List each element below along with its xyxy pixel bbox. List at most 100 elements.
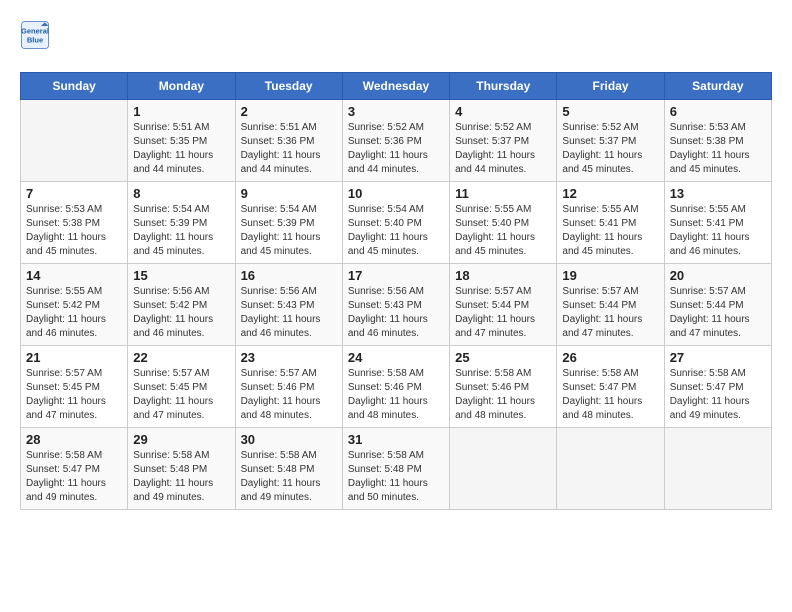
day-number: 4 bbox=[455, 104, 551, 119]
day-info: Sunrise: 5:57 AMSunset: 5:45 PMDaylight:… bbox=[26, 367, 122, 423]
day-info: Sunrise: 5:54 AMSunset: 5:39 PMDaylight:… bbox=[241, 203, 337, 259]
calendar-cell: 18 Sunrise: 5:57 AMSunset: 5:44 PMDaylig… bbox=[450, 264, 557, 346]
day-number: 27 bbox=[670, 350, 766, 365]
day-info: Sunrise: 5:57 AMSunset: 5:46 PMDaylight:… bbox=[241, 367, 337, 423]
day-info: Sunrise: 5:54 AMSunset: 5:39 PMDaylight:… bbox=[133, 203, 229, 259]
calendar-cell: 12 Sunrise: 5:55 AMSunset: 5:41 PMDaylig… bbox=[557, 182, 664, 264]
day-info: Sunrise: 5:55 AMSunset: 5:40 PMDaylight:… bbox=[455, 203, 551, 259]
calendar-cell: 3 Sunrise: 5:52 AMSunset: 5:36 PMDayligh… bbox=[342, 100, 449, 182]
calendar-cell: 29 Sunrise: 5:58 AMSunset: 5:48 PMDaylig… bbox=[128, 428, 235, 510]
day-number: 18 bbox=[455, 268, 551, 283]
day-number: 5 bbox=[562, 104, 658, 119]
day-header-wednesday: Wednesday bbox=[342, 73, 449, 100]
day-info: Sunrise: 5:58 AMSunset: 5:47 PMDaylight:… bbox=[562, 367, 658, 423]
day-info: Sunrise: 5:53 AMSunset: 5:38 PMDaylight:… bbox=[26, 203, 122, 259]
calendar-cell: 30 Sunrise: 5:58 AMSunset: 5:48 PMDaylig… bbox=[235, 428, 342, 510]
day-info: Sunrise: 5:57 AMSunset: 5:44 PMDaylight:… bbox=[670, 285, 766, 341]
day-info: Sunrise: 5:54 AMSunset: 5:40 PMDaylight:… bbox=[348, 203, 444, 259]
calendar-cell: 27 Sunrise: 5:58 AMSunset: 5:47 PMDaylig… bbox=[664, 346, 771, 428]
day-header-monday: Monday bbox=[128, 73, 235, 100]
calendar-cell bbox=[450, 428, 557, 510]
day-info: Sunrise: 5:55 AMSunset: 5:42 PMDaylight:… bbox=[26, 285, 122, 341]
calendar-cell: 21 Sunrise: 5:57 AMSunset: 5:45 PMDaylig… bbox=[21, 346, 128, 428]
calendar-cell: 1 Sunrise: 5:51 AMSunset: 5:35 PMDayligh… bbox=[128, 100, 235, 182]
day-number: 19 bbox=[562, 268, 658, 283]
day-info: Sunrise: 5:51 AMSunset: 5:35 PMDaylight:… bbox=[133, 121, 229, 177]
day-info: Sunrise: 5:52 AMSunset: 5:36 PMDaylight:… bbox=[348, 121, 444, 177]
calendar-cell bbox=[21, 100, 128, 182]
day-number: 6 bbox=[670, 104, 766, 119]
day-number: 28 bbox=[26, 432, 122, 447]
day-info: Sunrise: 5:57 AMSunset: 5:45 PMDaylight:… bbox=[133, 367, 229, 423]
day-number: 20 bbox=[670, 268, 766, 283]
day-number: 30 bbox=[241, 432, 337, 447]
calendar-cell: 7 Sunrise: 5:53 AMSunset: 5:38 PMDayligh… bbox=[21, 182, 128, 264]
day-number: 17 bbox=[348, 268, 444, 283]
calendar-cell: 5 Sunrise: 5:52 AMSunset: 5:37 PMDayligh… bbox=[557, 100, 664, 182]
day-number: 23 bbox=[241, 350, 337, 365]
day-number: 1 bbox=[133, 104, 229, 119]
day-info: Sunrise: 5:56 AMSunset: 5:43 PMDaylight:… bbox=[348, 285, 444, 341]
day-header-tuesday: Tuesday bbox=[235, 73, 342, 100]
day-number: 7 bbox=[26, 186, 122, 201]
calendar-cell: 4 Sunrise: 5:52 AMSunset: 5:37 PMDayligh… bbox=[450, 100, 557, 182]
calendar-table: SundayMondayTuesdayWednesdayThursdayFrid… bbox=[20, 72, 772, 510]
day-info: Sunrise: 5:58 AMSunset: 5:48 PMDaylight:… bbox=[241, 449, 337, 505]
day-info: Sunrise: 5:58 AMSunset: 5:47 PMDaylight:… bbox=[670, 367, 766, 423]
day-header-friday: Friday bbox=[557, 73, 664, 100]
svg-text:Blue: Blue bbox=[27, 36, 43, 45]
day-number: 12 bbox=[562, 186, 658, 201]
calendar-cell: 8 Sunrise: 5:54 AMSunset: 5:39 PMDayligh… bbox=[128, 182, 235, 264]
calendar-cell: 13 Sunrise: 5:55 AMSunset: 5:41 PMDaylig… bbox=[664, 182, 771, 264]
day-number: 22 bbox=[133, 350, 229, 365]
day-info: Sunrise: 5:58 AMSunset: 5:48 PMDaylight:… bbox=[133, 449, 229, 505]
day-number: 14 bbox=[26, 268, 122, 283]
day-number: 29 bbox=[133, 432, 229, 447]
day-number: 24 bbox=[348, 350, 444, 365]
day-number: 11 bbox=[455, 186, 551, 201]
day-number: 25 bbox=[455, 350, 551, 365]
day-info: Sunrise: 5:55 AMSunset: 5:41 PMDaylight:… bbox=[670, 203, 766, 259]
calendar-cell: 9 Sunrise: 5:54 AMSunset: 5:39 PMDayligh… bbox=[235, 182, 342, 264]
calendar-cell: 20 Sunrise: 5:57 AMSunset: 5:44 PMDaylig… bbox=[664, 264, 771, 346]
day-number: 13 bbox=[670, 186, 766, 201]
calendar-cell bbox=[664, 428, 771, 510]
day-number: 15 bbox=[133, 268, 229, 283]
calendar-cell: 19 Sunrise: 5:57 AMSunset: 5:44 PMDaylig… bbox=[557, 264, 664, 346]
day-number: 8 bbox=[133, 186, 229, 201]
day-header-sunday: Sunday bbox=[21, 73, 128, 100]
day-info: Sunrise: 5:56 AMSunset: 5:42 PMDaylight:… bbox=[133, 285, 229, 341]
calendar-cell: 15 Sunrise: 5:56 AMSunset: 5:42 PMDaylig… bbox=[128, 264, 235, 346]
day-number: 9 bbox=[241, 186, 337, 201]
calendar-cell: 2 Sunrise: 5:51 AMSunset: 5:36 PMDayligh… bbox=[235, 100, 342, 182]
day-number: 2 bbox=[241, 104, 337, 119]
calendar-cell: 31 Sunrise: 5:58 AMSunset: 5:48 PMDaylig… bbox=[342, 428, 449, 510]
day-info: Sunrise: 5:58 AMSunset: 5:46 PMDaylight:… bbox=[455, 367, 551, 423]
day-number: 31 bbox=[348, 432, 444, 447]
day-info: Sunrise: 5:58 AMSunset: 5:47 PMDaylight:… bbox=[26, 449, 122, 505]
calendar-cell: 23 Sunrise: 5:57 AMSunset: 5:46 PMDaylig… bbox=[235, 346, 342, 428]
calendar-cell: 24 Sunrise: 5:58 AMSunset: 5:46 PMDaylig… bbox=[342, 346, 449, 428]
calendar-cell: 16 Sunrise: 5:56 AMSunset: 5:43 PMDaylig… bbox=[235, 264, 342, 346]
calendar-cell: 28 Sunrise: 5:58 AMSunset: 5:47 PMDaylig… bbox=[21, 428, 128, 510]
day-info: Sunrise: 5:58 AMSunset: 5:46 PMDaylight:… bbox=[348, 367, 444, 423]
day-number: 21 bbox=[26, 350, 122, 365]
day-number: 3 bbox=[348, 104, 444, 119]
day-number: 16 bbox=[241, 268, 337, 283]
day-info: Sunrise: 5:58 AMSunset: 5:48 PMDaylight:… bbox=[348, 449, 444, 505]
calendar-cell: 10 Sunrise: 5:54 AMSunset: 5:40 PMDaylig… bbox=[342, 182, 449, 264]
svg-text:General: General bbox=[21, 27, 49, 36]
day-info: Sunrise: 5:57 AMSunset: 5:44 PMDaylight:… bbox=[455, 285, 551, 341]
day-header-thursday: Thursday bbox=[450, 73, 557, 100]
calendar-cell: 11 Sunrise: 5:55 AMSunset: 5:40 PMDaylig… bbox=[450, 182, 557, 264]
day-info: Sunrise: 5:56 AMSunset: 5:43 PMDaylight:… bbox=[241, 285, 337, 341]
day-info: Sunrise: 5:57 AMSunset: 5:44 PMDaylight:… bbox=[562, 285, 658, 341]
calendar-cell: 14 Sunrise: 5:55 AMSunset: 5:42 PMDaylig… bbox=[21, 264, 128, 346]
calendar-cell: 6 Sunrise: 5:53 AMSunset: 5:38 PMDayligh… bbox=[664, 100, 771, 182]
calendar-cell: 17 Sunrise: 5:56 AMSunset: 5:43 PMDaylig… bbox=[342, 264, 449, 346]
day-info: Sunrise: 5:52 AMSunset: 5:37 PMDaylight:… bbox=[455, 121, 551, 177]
day-info: Sunrise: 5:53 AMSunset: 5:38 PMDaylight:… bbox=[670, 121, 766, 177]
day-number: 10 bbox=[348, 186, 444, 201]
day-info: Sunrise: 5:51 AMSunset: 5:36 PMDaylight:… bbox=[241, 121, 337, 177]
calendar-cell: 26 Sunrise: 5:58 AMSunset: 5:47 PMDaylig… bbox=[557, 346, 664, 428]
